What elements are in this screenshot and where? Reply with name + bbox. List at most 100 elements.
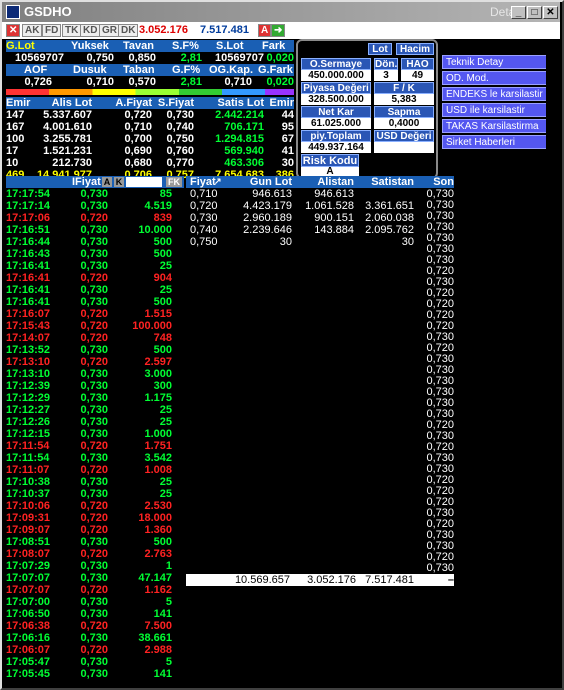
depth-hdr-fiyat[interactable]: Fiyat	[190, 176, 216, 188]
trade-time: 17:11:07	[6, 464, 50, 476]
menu-item[interactable]: USD ile karsilastir	[442, 103, 558, 117]
tab-gr[interactable]: GR	[99, 24, 120, 37]
trade-time: 17:13:10	[6, 368, 51, 380]
tab-ak[interactable]: AK	[22, 24, 43, 37]
trade-price: 0,720	[80, 308, 108, 320]
depth-hdr-son[interactable]: Son	[426, 176, 454, 188]
lot-button[interactable]: Lot	[368, 43, 392, 55]
scrollbar[interactable]	[546, 39, 560, 686]
trade-row: 17:13:10 0,730 3.000	[6, 368, 184, 380]
total-alistan: 3.052.176	[307, 574, 356, 586]
book-cell: 17	[6, 145, 19, 157]
hdr-gfark: G.Fark	[258, 64, 293, 76]
depth-hdr-gunlot[interactable]: Gun Lot	[246, 176, 292, 188]
trade-qty: 500	[153, 248, 172, 260]
depth-hdr-alistan[interactable]: Alistan	[314, 176, 354, 188]
title-bar[interactable]: GSDHO Detay _ □ ✕	[2, 2, 560, 22]
trades-k-button[interactable]: K	[114, 177, 124, 187]
maximize-button[interactable]: □	[527, 6, 542, 19]
hdr-sf: S.F%	[172, 40, 199, 52]
book-header-cell[interactable]: Emir	[264, 97, 294, 109]
book-header-cell[interactable]: S.Fiyat	[154, 97, 194, 109]
depth-cell: 1.061.528	[305, 200, 354, 212]
book-header-cell[interactable]: Alis Lot	[30, 97, 92, 109]
trade-row: 17:06:50 0,730 141	[6, 608, 184, 620]
trade-row: 17:07:29 0,730 1	[6, 560, 184, 572]
trade-price: 0,730	[80, 428, 108, 440]
val-taban: 0,570	[128, 76, 156, 88]
trade-qty: 2.597	[144, 356, 172, 368]
hacim-button[interactable]: Hacim	[396, 43, 434, 55]
usd-value	[374, 142, 434, 153]
a-button[interactable]: A	[258, 24, 272, 37]
depth-cell: 30	[401, 236, 414, 248]
trade-time: 17:06:38	[6, 620, 51, 632]
depth-cell: 0,720	[190, 200, 218, 212]
trade-row: 17:10:38 0,730 25	[6, 476, 184, 488]
trades-filter-input[interactable]	[126, 177, 162, 187]
close-icon[interactable]: ✕	[6, 24, 21, 37]
trade-time: 17:12:26	[6, 416, 51, 428]
trade-qty: 18.000	[138, 512, 172, 524]
trade-row: 17:11:54 0,730 3.542	[6, 452, 184, 464]
book-cell: 2.442.214	[215, 109, 264, 121]
trade-time: 17:09:07	[6, 524, 51, 536]
tab-dk[interactable]: DK	[118, 24, 139, 37]
book-cell: 0,700	[124, 133, 152, 145]
book-header-cell[interactable]: Emir	[6, 97, 30, 109]
book-header-cell[interactable]: A.Fiyat	[96, 97, 152, 109]
trade-row: 17:10:06 0,720 2.530	[6, 500, 184, 512]
trades-fk-button[interactable]: FK	[166, 177, 182, 187]
trade-row: 17:12:29 0,730 1.175	[6, 392, 184, 404]
trade-row: 17:07:07 0,720 1.162	[6, 584, 184, 596]
menu-item[interactable]: OD. Mod.	[442, 71, 558, 85]
tab-tk[interactable]: TK	[62, 24, 82, 37]
book-cell: 0,740	[166, 121, 194, 133]
trade-time: 17:12:39	[6, 380, 51, 392]
depth-row: 0,730 2.960.189 900.151 2.060.038	[186, 212, 454, 224]
close-button[interactable]: ✕	[543, 6, 558, 19]
val-gfark: 0,020	[266, 76, 294, 88]
depth-row: 0,740 2.239.646 143.884 2.095.762	[186, 224, 454, 236]
trade-qty: 1.000	[144, 428, 172, 440]
trade-qty: 500	[153, 536, 172, 548]
trade-qty: 904	[153, 272, 172, 284]
tab-kd[interactable]: KD	[80, 24, 101, 37]
trade-qty: 1.175	[144, 392, 172, 404]
trade-qty: 1.515	[144, 308, 172, 320]
val-aof: 0,726	[24, 76, 52, 88]
trade-time: 17:13:52	[6, 344, 51, 356]
trade-row: 17:12:15 0,730 1.000	[6, 428, 184, 440]
arrow-right-icon[interactable]: ➜	[271, 24, 286, 37]
book-cell: 0,750	[166, 133, 194, 145]
menu-item[interactable]: Teknik Detay	[442, 55, 558, 69]
book-header-cell[interactable]: Satis Lot	[194, 97, 264, 109]
trades-a-button[interactable]: A	[102, 177, 112, 187]
trade-qty: 25	[159, 488, 172, 500]
detail-menu: Teknik Detay OD. Mod. ENDEKS le karsilasti…	[442, 55, 558, 151]
trade-price: 0,720	[80, 272, 108, 284]
trade-row: 17:08:07 0,720 2.763	[6, 548, 184, 560]
menu-item[interactable]: ENDEKS le karsilastir	[442, 87, 558, 101]
trade-row: 17:09:31 0,720 18.000	[6, 512, 184, 524]
book-cell: 0,690	[124, 145, 152, 157]
menu-item[interactable]: Sirket Haberleri	[442, 135, 558, 149]
trade-qty: 100.000	[132, 320, 172, 332]
trade-time: 17:10:38	[6, 476, 51, 488]
menu-item[interactable]: TAKAS Karsilastirma	[442, 119, 558, 133]
depth-hdr-satistan[interactable]: Satistan	[370, 176, 414, 188]
trade-row: 17:11:54 0,720 1.751	[6, 440, 184, 452]
tab-fd[interactable]: FD	[42, 24, 62, 37]
trade-price: 0,720	[80, 500, 108, 512]
trade-price: 0,730	[80, 248, 108, 260]
book-row: 17 1.521.231 0,690 0,760 569.940 41	[6, 145, 294, 157]
trade-row: 17:13:10 0,720 2.597	[6, 356, 184, 368]
trade-time: 17:07:00	[6, 596, 51, 608]
trades-fiyat-header[interactable]: IFiyat	[72, 176, 101, 188]
minimize-button[interactable]: _	[511, 6, 526, 19]
trade-time: 17:08:07	[6, 548, 51, 560]
trade-time: 17:16:51	[6, 224, 51, 236]
depth-cell: 2.095.762	[365, 224, 414, 236]
ptl-value: 449.937.164	[301, 142, 371, 153]
book-cell: 212.730	[52, 157, 92, 169]
